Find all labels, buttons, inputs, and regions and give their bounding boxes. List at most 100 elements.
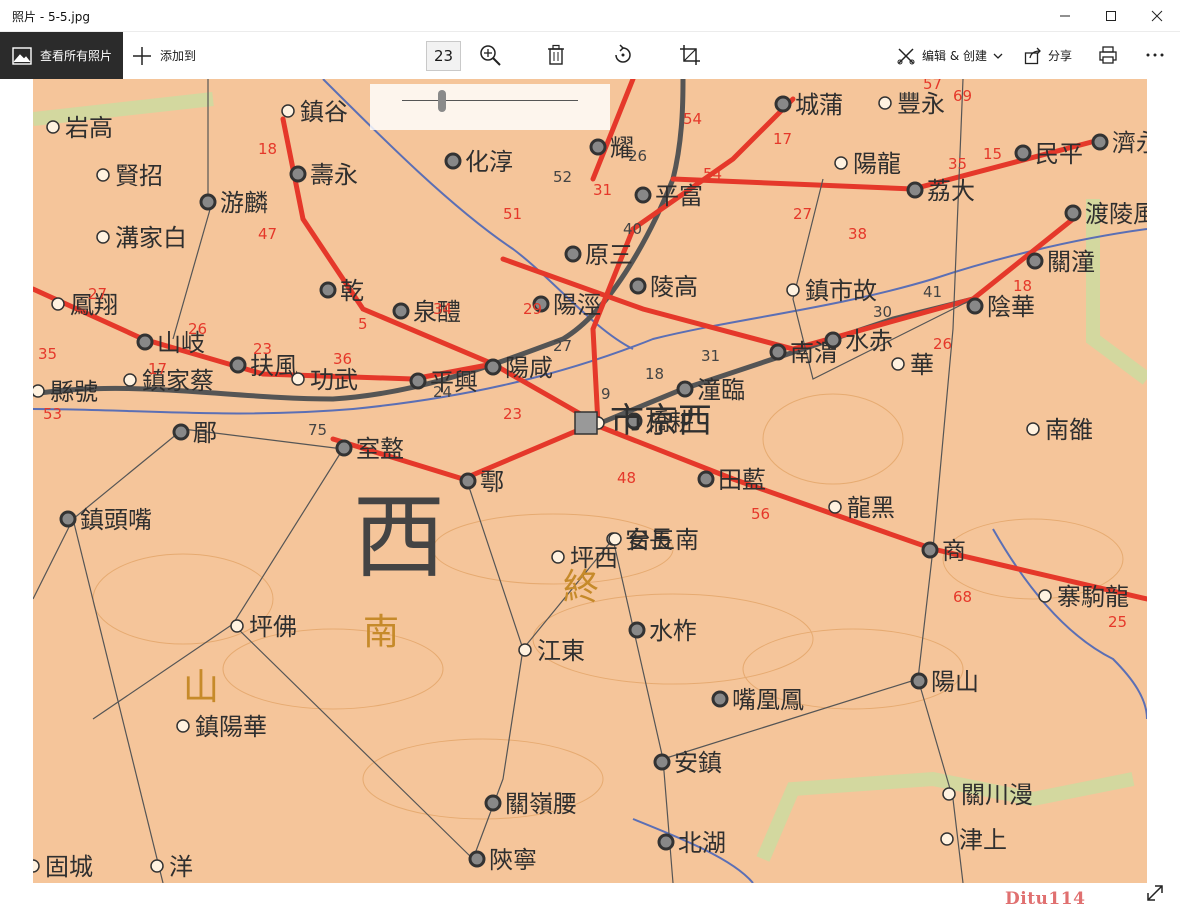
place-label: 陽山 — [931, 668, 979, 696]
place-marker — [629, 277, 647, 295]
image-viewport[interactable]: 西 南 山 終 岩高 賢招 溝家白 鳳翔 山岐 扶風 功武 平興 陽咸 泉醴乾壽永 游麟 鎮谷 化淳耀原… — [0, 79, 1180, 917]
map-drawing: 西 南 山 終 岩高賢招溝家白鳳翔山岐扶風 功武 平興 陽咸泉醴乾壽永游麟鎮谷化淳 耀原… — [33, 79, 1147, 883]
place-label: 津上 — [959, 826, 1007, 854]
rotate-icon — [615, 44, 631, 63]
place-label: 民平 — [1035, 140, 1083, 168]
rotate-button[interactable] — [610, 42, 636, 68]
maximize-icon — [1106, 11, 1116, 21]
place-marker — [1038, 589, 1052, 603]
distance-label: 56 — [751, 505, 770, 523]
distance-label: 15 — [983, 145, 1002, 163]
trash-icon — [548, 44, 564, 65]
place-label: 郿 — [193, 419, 217, 447]
distance-label: 26 — [188, 320, 207, 338]
close-icon — [1151, 10, 1163, 22]
place-marker — [940, 832, 954, 846]
place-label: 鎮谷 — [300, 98, 348, 126]
add-to-label: 添加到 — [160, 49, 197, 63]
place-marker — [589, 138, 607, 156]
distance-label: 27 — [793, 205, 812, 223]
distance-label: 57 — [923, 79, 942, 93]
place-label: 田藍 — [718, 466, 766, 494]
place-marker — [444, 152, 462, 170]
chevron-down-icon — [993, 53, 1003, 59]
region-label-shan: 山 — [183, 667, 219, 708]
place-marker — [1064, 204, 1082, 222]
place-marker — [551, 550, 565, 564]
view-all-photos-button[interactable]: 查看所有照片 — [0, 32, 123, 79]
region-label-nan: 南 — [363, 612, 399, 653]
maximize-button[interactable] — [1088, 0, 1134, 32]
add-to-button[interactable]: 添加到 — [132, 32, 196, 79]
place-label: 室盩 — [356, 435, 404, 463]
green-borders — [33, 92, 1147, 862]
print-button[interactable] — [1095, 42, 1121, 68]
distance-label: 24 — [433, 383, 452, 401]
delete-button[interactable] — [543, 42, 569, 68]
distance-label: 35 — [948, 155, 967, 173]
place-label: 陽龍 — [853, 150, 901, 178]
distance-label: 18 — [258, 140, 277, 158]
distance-label: 25 — [1108, 613, 1127, 631]
zoom-slider-thumb[interactable] — [438, 90, 447, 112]
distance-label: 35 — [38, 345, 57, 363]
place-label: 鎮頭嘴 — [80, 506, 152, 534]
place-marker — [123, 373, 137, 387]
place-label: 關嶺腰 — [505, 790, 577, 818]
more-button[interactable] — [1142, 42, 1168, 68]
place-marker — [51, 297, 65, 311]
place-marker — [942, 787, 956, 801]
zoom-in-icon — [480, 45, 501, 66]
place-marker — [484, 358, 502, 376]
print-icon — [1099, 46, 1117, 64]
place-marker — [96, 230, 110, 244]
map-photo[interactable]: 西 南 山 終 岩高 賢招 溝家白 鳳翔 山岐 扶風 功武 平興 陽咸 泉醴乾壽永 游麟 鎮谷 化淳耀原… — [33, 79, 1147, 883]
share-button[interactable]: 分享 — [1024, 32, 1072, 79]
watermark: Ditu114 — [1005, 889, 1086, 909]
place-marker — [878, 96, 892, 110]
place-label: 城蒲 — [795, 91, 843, 119]
crop-button[interactable] — [677, 42, 703, 68]
distance-label: 27 — [88, 285, 107, 303]
distance-label: 26 — [628, 147, 647, 165]
place-marker — [176, 719, 190, 733]
zoom-in-button[interactable] — [477, 42, 503, 68]
region-label-xi: 西 — [353, 484, 445, 591]
distance-label: 23 — [253, 340, 272, 358]
place-label: 縣號 — [50, 378, 98, 406]
place-label: 商 — [942, 537, 966, 565]
minimize-button[interactable] — [1042, 0, 1088, 32]
distance-label: 17 — [773, 130, 792, 148]
distance-label: 40 — [623, 220, 642, 238]
place-marker — [230, 619, 244, 633]
distance-label: 17 — [148, 360, 167, 378]
distance-label: 5 — [358, 315, 368, 333]
place-marker — [769, 343, 787, 361]
place-label: 水柞 — [649, 617, 697, 645]
distance-label: 54 — [703, 165, 722, 183]
close-button[interactable] — [1134, 0, 1180, 32]
place-marker — [172, 423, 190, 441]
place-label: 岩高 — [65, 114, 113, 142]
place-marker — [676, 380, 694, 398]
region-label-zhong: 終 — [563, 567, 599, 608]
zoom-slider[interactable] — [370, 84, 610, 130]
edit-create-button[interactable]: 编辑 & 创建 — [896, 32, 1003, 79]
view-all-photos-label: 查看所有照片 — [40, 49, 113, 63]
place-label: 固城 — [45, 853, 93, 881]
crop-icon — [680, 45, 700, 65]
zoom-slider-track[interactable] — [402, 100, 578, 101]
place-label: 華 — [910, 351, 934, 379]
place-label: 洋 — [169, 853, 193, 881]
photo-collection-icon — [12, 46, 32, 65]
fullscreen-icon[interactable] — [1144, 882, 1166, 904]
place-label: 陽咸 — [505, 354, 553, 382]
place-label: 龍黑 — [847, 494, 895, 522]
zoom-level-box[interactable]: 23 — [426, 41, 461, 71]
distance-label: 52 — [553, 168, 572, 186]
place-marker — [409, 372, 427, 390]
title-bar: 照片 - 5-5.jpg — [0, 0, 1180, 32]
edit-create-icon — [897, 47, 915, 64]
place-label: 關川漫 — [961, 781, 1033, 809]
place-marker — [774, 95, 792, 113]
